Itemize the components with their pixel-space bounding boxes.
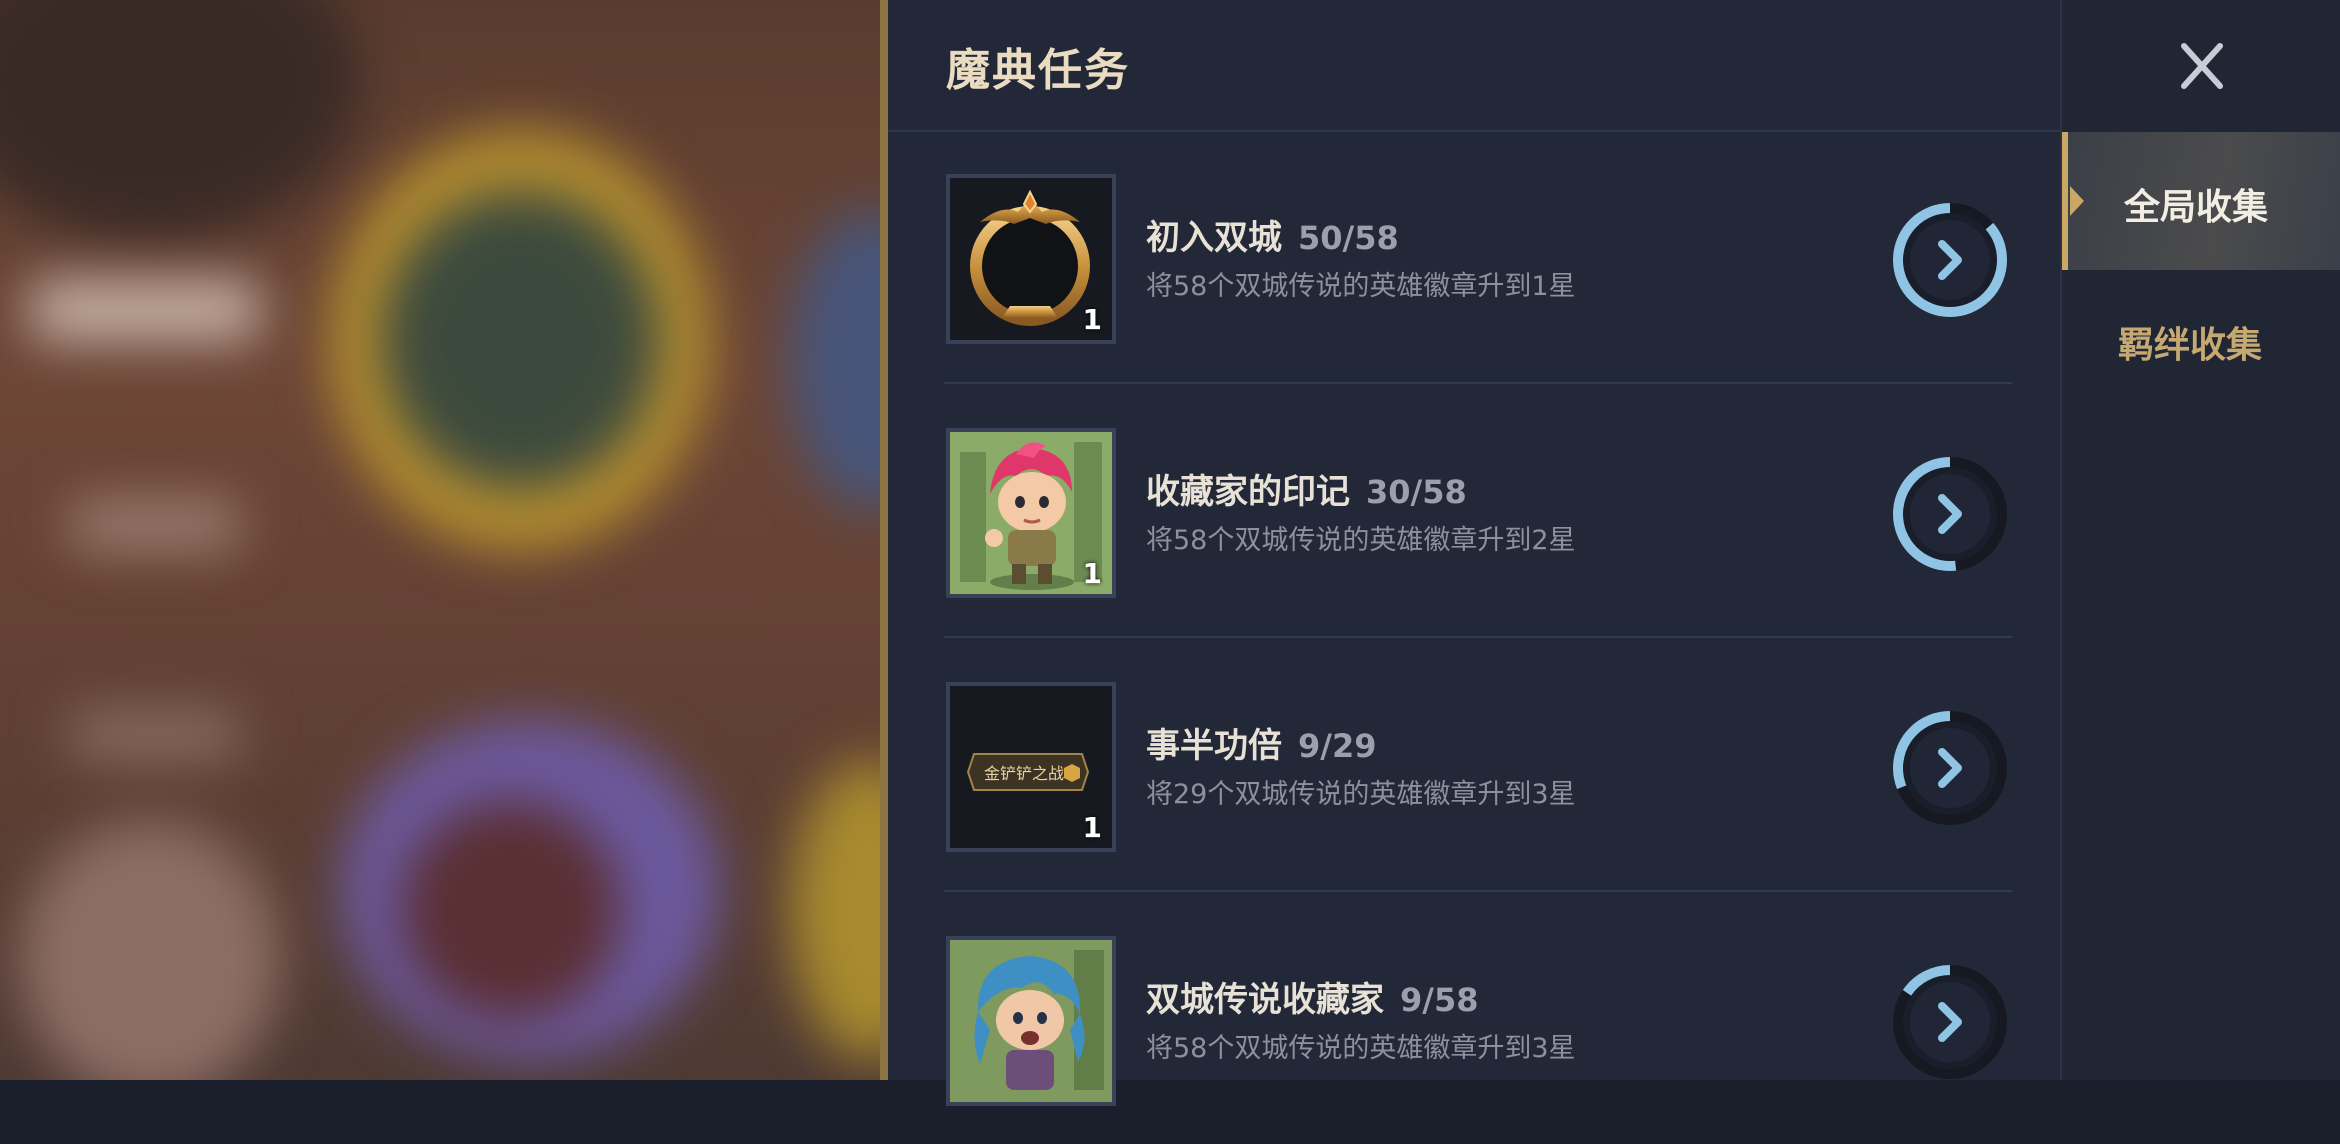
thumb-count: 1	[1082, 557, 1102, 590]
quest-name: 事半功倍	[1146, 726, 1282, 766]
quest-title: 双城传说收藏家 9/58	[1146, 972, 1478, 1021]
quest-thumbnail: 1	[946, 174, 1116, 344]
go-button-inner	[1910, 474, 1990, 554]
quest-go-button[interactable]	[1890, 708, 2010, 828]
quest-thumbnail: 1	[946, 428, 1116, 598]
quest-go-button[interactable]	[1890, 454, 2010, 574]
blurred-background	[0, 0, 880, 1080]
plaque-label: 金铲铲之战	[984, 764, 1064, 783]
thumb-count: 1	[1082, 811, 1102, 844]
quest-progress: 9/29	[1298, 727, 1377, 765]
go-button-inner	[1910, 728, 1990, 808]
quest-description: 将58个双城传说的英雄徽章升到1星	[1146, 271, 1576, 302]
thumb-count: 1	[1082, 303, 1102, 336]
close-icon[interactable]	[2170, 38, 2234, 94]
side-tab-column: 全局收集 羁绊收集	[2060, 0, 2340, 1080]
quest-list: 1 初入双城 50/58 将58个双城传说的英雄徽章升到1星 1 收藏家的印记 …	[944, 130, 2012, 1144]
quest-go-button[interactable]	[1890, 962, 2010, 1082]
quest-row: 1 初入双城 50/58 将58个双城传说的英雄徽章升到1星	[944, 130, 2012, 384]
quest-name: 初入双城	[1146, 218, 1282, 258]
page-title: 魔典任务	[946, 45, 1130, 96]
quest-panel: 魔典任务 1 初入双城 50/58 将58个双城传说的英雄徽章升到1星 1 收藏…	[880, 0, 2060, 1106]
tab-synergy-collection[interactable]: 羁绊收集	[2062, 270, 2340, 408]
quest-progress: 50/58	[1298, 219, 1399, 257]
quest-description: 将29个双城传说的英雄徽章升到3星	[1146, 779, 1576, 810]
quest-row: 1 收藏家的印记 30/58 将58个双城传说的英雄徽章升到2星	[944, 384, 2012, 638]
active-indicator-icon	[2070, 186, 2084, 216]
tab-label: 全局收集	[2124, 187, 2269, 228]
quest-name: 收藏家的印记	[1146, 472, 1350, 512]
quest-description: 将58个双城传说的英雄徽章升到2星	[1146, 525, 1576, 556]
quest-title: 事半功倍 9/29	[1146, 718, 1376, 767]
quest-progress: 9/58	[1400, 981, 1479, 1019]
go-button-inner	[1910, 220, 1990, 300]
tab-global-collection[interactable]: 全局收集	[2062, 132, 2340, 270]
quest-go-button[interactable]	[1890, 200, 2010, 320]
quest-description: 将58个双城传说的英雄徽章升到3星	[1146, 1033, 1576, 1064]
quest-name: 双城传说收藏家	[1146, 980, 1384, 1020]
panel-header: 魔典任务	[888, 0, 2060, 132]
quest-title: 初入双城 50/58	[1146, 210, 1399, 259]
quest-thumbnail	[946, 936, 1116, 1106]
quest-row: 双城传说收藏家 9/58 将58个双城传说的英雄徽章升到3星	[944, 892, 2012, 1144]
go-button-inner	[1910, 982, 1990, 1062]
quest-thumbnail: 金铲铲之战 1	[946, 682, 1116, 852]
tab-label: 羁绊收集	[2118, 325, 2263, 366]
quest-row: 金铲铲之战 1 事半功倍 9/29 将29个双城传说的英雄徽章升到3星	[944, 638, 2012, 892]
quest-title: 收藏家的印记 30/58	[1146, 464, 1467, 513]
blue-hair-champion-portrait	[950, 940, 1112, 1102]
quest-progress: 30/58	[1366, 473, 1467, 511]
